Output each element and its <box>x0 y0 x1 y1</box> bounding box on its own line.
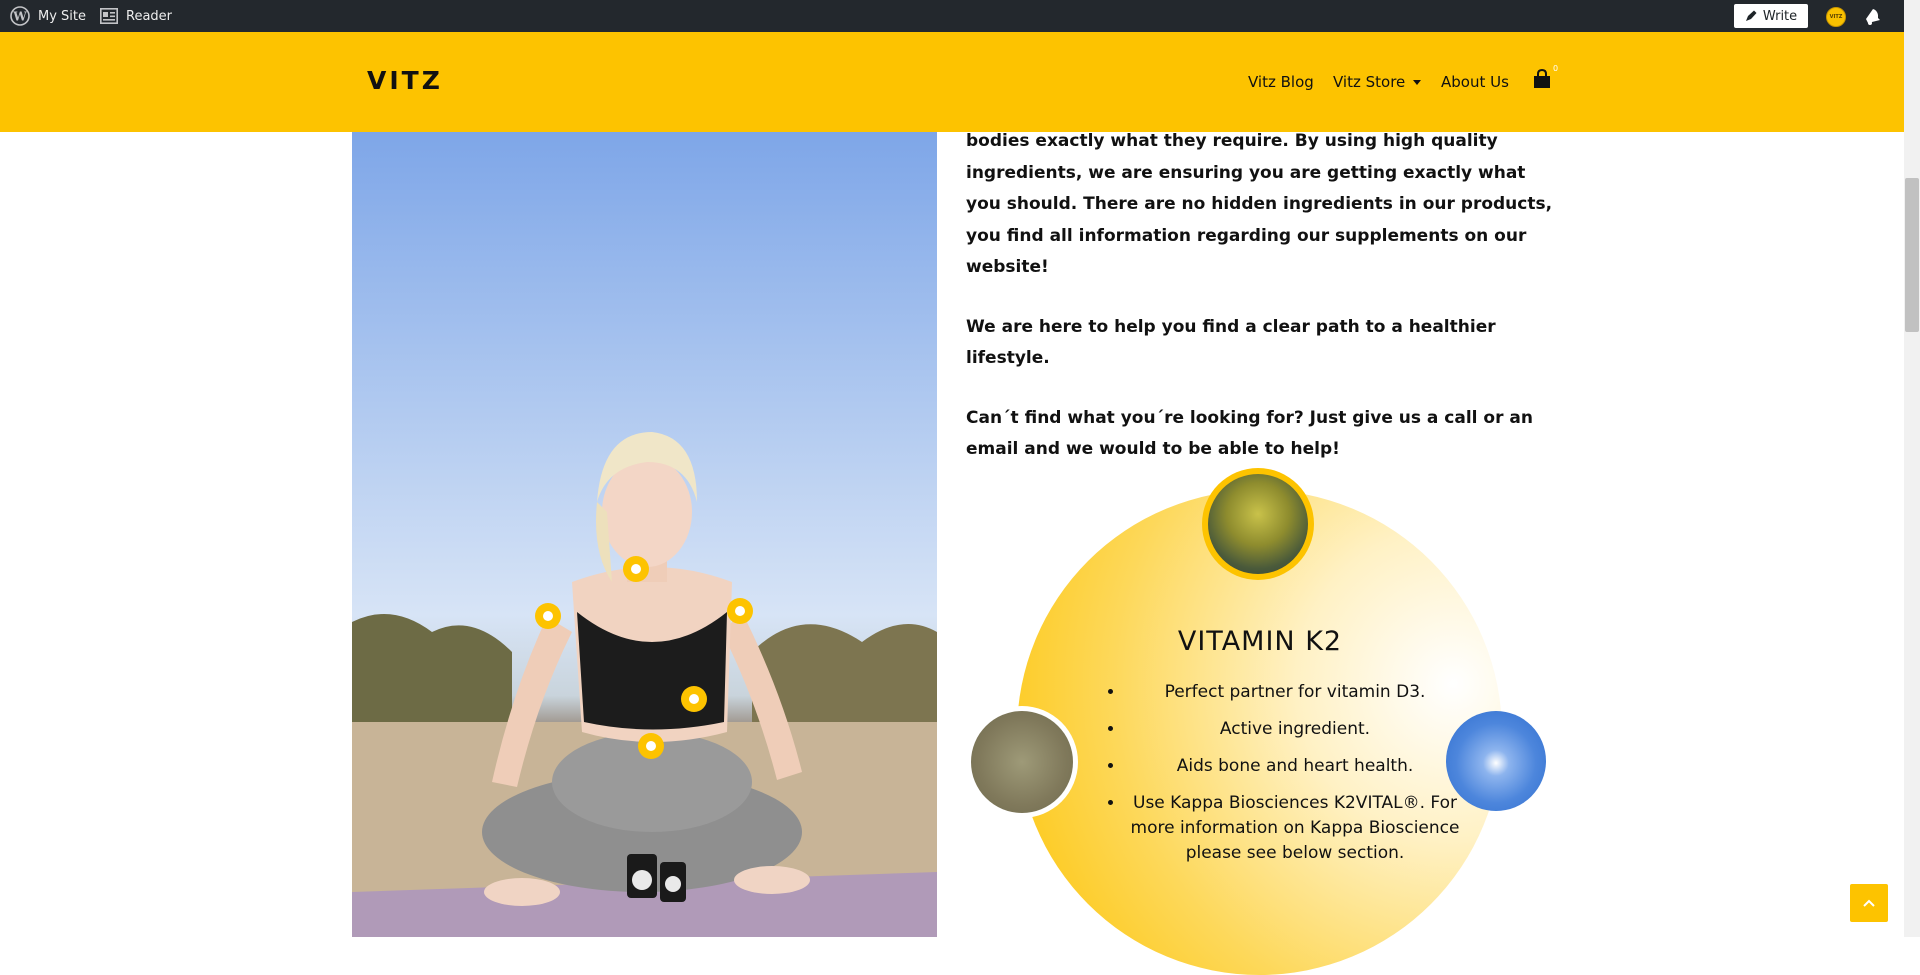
write-button[interactable]: Write <box>1734 4 1808 28</box>
hero-photo <box>352 132 937 937</box>
bell-icon <box>1866 9 1880 25</box>
svg-text:W: W <box>12 10 27 24</box>
cart-icon[interactable] <box>1532 68 1552 93</box>
my-site-link[interactable]: W My Site <box>10 0 86 32</box>
reader-icon <box>100 8 118 24</box>
paragraph: bodies exactly what they require. By usi… <box>966 131 1553 277</box>
vitamin-title: VITAMIN K2 <box>1177 626 1343 657</box>
list-item: Active ingredient. <box>1125 717 1465 742</box>
page-scrollbar[interactable] <box>1904 0 1920 937</box>
reader-link[interactable]: Reader <box>100 0 172 32</box>
cart-count-badge: 0 <box>1553 64 1559 73</box>
seeds-image-circle <box>966 706 1078 818</box>
notifications-button[interactable] <box>1862 0 1882 32</box>
avatar-text: VITZ <box>1829 14 1843 20</box>
hotspot-dot[interactable] <box>638 733 664 759</box>
admin-bar: W My Site Reader Write VITZ <box>0 0 1904 32</box>
pen-icon <box>1745 10 1757 21</box>
nav-vitz-blog[interactable]: Vitz Blog <box>1248 72 1314 92</box>
avatar[interactable]: VITZ <box>1826 7 1846 27</box>
wordpress-icon: W <box>10 6 30 26</box>
chevron-up-icon <box>1863 899 1875 907</box>
paragraph: Can´t find what you´re looking for? Just… <box>966 407 1533 460</box>
reader-label: Reader <box>126 8 173 24</box>
site-logo[interactable]: VITZ <box>367 66 443 95</box>
list-item: Aids bone and heart health. <box>1125 754 1465 779</box>
paragraph: We are here to help you find a clear pat… <box>966 316 1496 369</box>
about-text: bodies exactly what they require. By usi… <box>966 126 1554 494</box>
scrollbar-thumb[interactable] <box>1905 178 1919 332</box>
nav-vitz-store-label: Vitz Store <box>1333 73 1406 91</box>
hotspot-dot[interactable] <box>623 556 649 582</box>
hotspot-dot[interactable] <box>681 686 707 712</box>
hotspot-dot[interactable] <box>727 598 753 624</box>
plant-image-circle <box>1202 468 1314 580</box>
hotspot-dot[interactable] <box>535 603 561 629</box>
vitamin-benefits-list: Perfect partner for vitamin D3. Active i… <box>1105 680 1465 878</box>
my-site-label: My Site <box>38 8 87 24</box>
list-item: Use Kappa Biosciences K2VITAL®. For more… <box>1125 791 1465 866</box>
write-label: Write <box>1762 8 1798 24</box>
site-header: VITZ Vitz Blog Vitz Store About Us 0 <box>0 32 1904 132</box>
back-to-top-button[interactable] <box>1850 884 1888 922</box>
list-item: Perfect partner for vitamin D3. <box>1125 680 1465 705</box>
caret-down-icon <box>1413 79 1422 85</box>
nav-about-us[interactable]: About Us <box>1441 72 1509 92</box>
nav-vitz-store[interactable]: Vitz Store <box>1333 72 1422 92</box>
